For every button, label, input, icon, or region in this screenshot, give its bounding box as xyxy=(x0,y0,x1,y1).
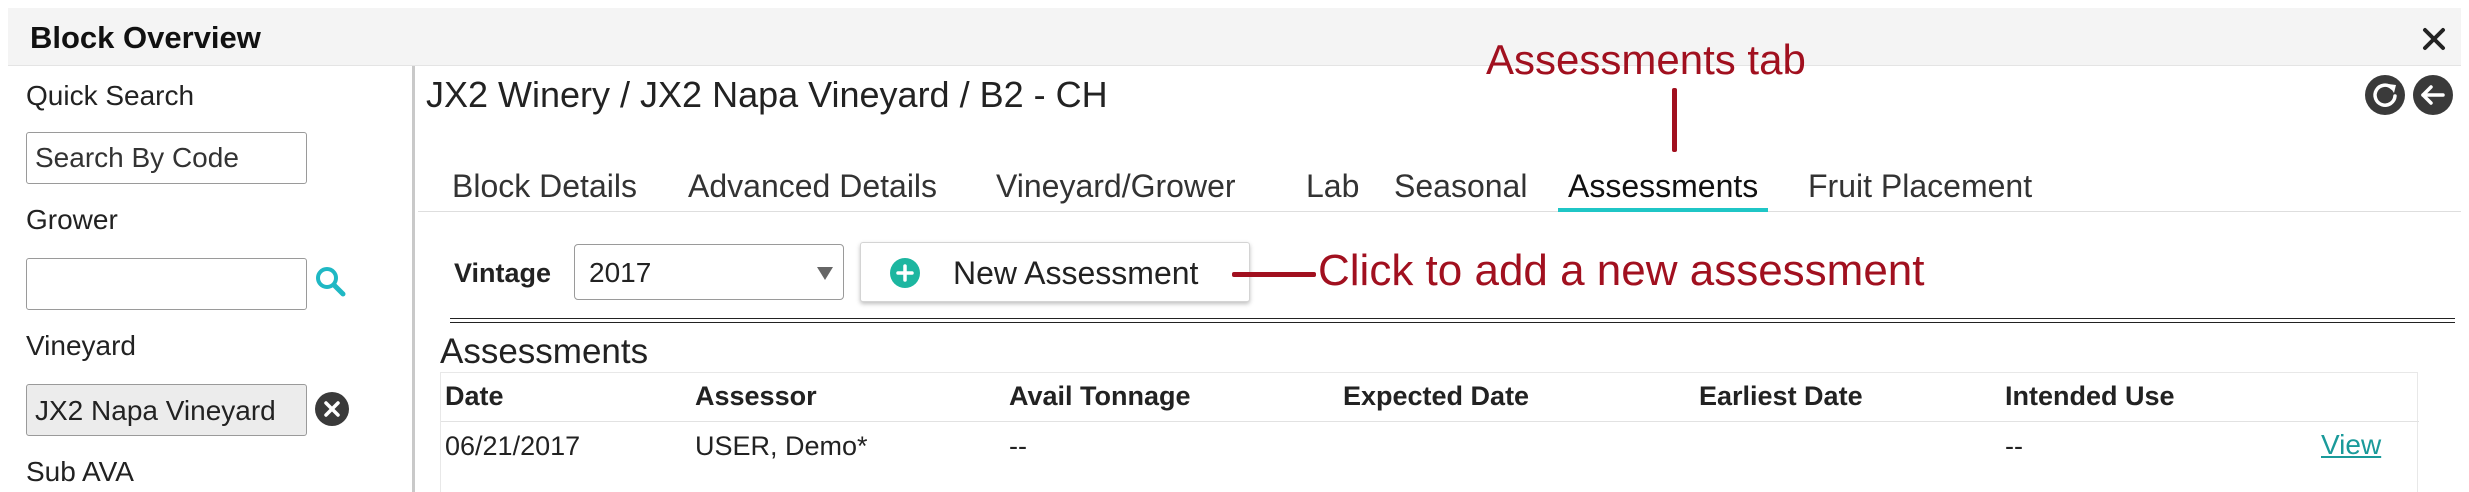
cell-intended-use: -- xyxy=(2005,431,2023,461)
annotation-new-assessment: Click to add a new assessment xyxy=(1318,246,1925,295)
table-header-divider xyxy=(441,421,2419,422)
quick-search-label: Quick Search xyxy=(26,80,195,111)
add-circle-icon xyxy=(890,258,920,288)
column-header-intended-use: Intended Use xyxy=(2005,381,2175,411)
close-icon[interactable] xyxy=(2417,22,2451,56)
column-header-expected-date: Expected Date xyxy=(1343,381,1530,411)
tab-lab[interactable]: Lab xyxy=(1306,164,1359,212)
dropdown-arrow-icon xyxy=(817,267,833,280)
column-header-date: Date xyxy=(445,381,504,411)
vintage-select[interactable]: 2017 xyxy=(574,244,844,300)
clear-circle-icon[interactable] xyxy=(314,391,350,427)
refresh-icon[interactable] xyxy=(2364,74,2406,116)
sub-ava-label: Sub AVA xyxy=(26,456,134,487)
view-link[interactable]: View xyxy=(2321,429,2381,461)
tab-assessments[interactable]: Assessments xyxy=(1558,164,1769,212)
vintage-value: 2017 xyxy=(589,257,652,288)
cell-assessor: USER, Demo* xyxy=(695,431,868,461)
grower-label: Grower xyxy=(26,204,118,235)
breadcrumb: JX2 Winery / JX2 Napa Vineyard / B2 - CH xyxy=(426,74,1108,115)
tab-bar: Block Details Advanced Details Vineyard/… xyxy=(418,164,2461,212)
tab-vineyard-grower[interactable]: Vineyard/Grower xyxy=(996,164,1236,212)
cell-avail-tonnage: -- xyxy=(1009,431,1027,461)
window-title: Block Overview xyxy=(30,20,261,55)
grower-input[interactable] xyxy=(26,258,307,310)
tab-block-details[interactable]: Block Details xyxy=(452,164,637,212)
assessments-table: Date Assessor Avail Tonnage Expected Dat… xyxy=(440,372,2419,492)
annotation-assessments-tab: Assessments tab xyxy=(1486,36,1806,83)
vineyard-label: Vineyard xyxy=(26,330,137,361)
column-header-avail-tonnage: Avail Tonnage xyxy=(1009,381,1191,411)
new-assessment-label: New Assessment xyxy=(953,255,1199,291)
cell-date: 06/21/2017 xyxy=(445,431,581,461)
vineyard-selected-tag: JX2 Napa Vineyard xyxy=(26,384,307,436)
annotation-button-pointer xyxy=(1232,272,1316,277)
section-divider xyxy=(450,318,2455,323)
back-arrow-icon[interactable] xyxy=(2412,74,2454,116)
assessments-section-title: Assessments xyxy=(440,332,649,371)
title-bar: Block Overview xyxy=(8,8,2461,66)
block-overview-window: Block Overview Quick Search Grower Viney… xyxy=(0,0,2469,492)
tab-seasonal[interactable]: Seasonal xyxy=(1394,164,1527,212)
sidebar-divider xyxy=(412,66,415,492)
annotation-tab-pointer xyxy=(1672,88,1677,152)
new-assessment-button[interactable]: New Assessment xyxy=(860,242,1250,302)
tab-fruit-placement[interactable]: Fruit Placement xyxy=(1808,164,2032,212)
tab-advanced-details[interactable]: Advanced Details xyxy=(688,164,937,212)
quick-search-input[interactable] xyxy=(26,132,307,184)
sidebar: Quick Search Grower Vineyard JX2 Napa Vi… xyxy=(8,66,410,492)
search-icon[interactable] xyxy=(312,263,348,299)
column-header-assessor: Assessor xyxy=(695,381,817,411)
vintage-label: Vintage xyxy=(454,258,552,288)
column-header-earliest-date: Earliest Date xyxy=(1699,381,1863,411)
